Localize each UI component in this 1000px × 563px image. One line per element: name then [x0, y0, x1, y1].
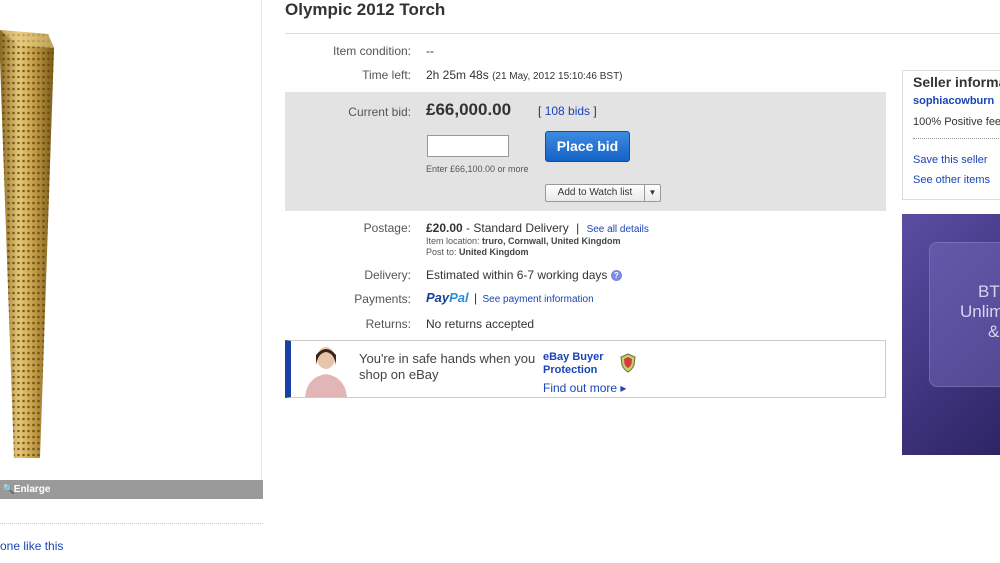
- find-out-more-link[interactable]: Find out more ▸: [543, 381, 626, 395]
- olympic-torch-image[interactable]: [0, 20, 56, 460]
- place-bid-button[interactable]: Place bid: [545, 131, 630, 162]
- time-remaining: 2h 25m 48s: [426, 68, 489, 82]
- time-left-value: 2h 25m 48s (21 May, 2012 15:10:46 BST): [426, 68, 623, 82]
- image-column: 🔍 Enlarge one like this: [0, 0, 264, 563]
- buyer-protection-banner[interactable]: You're in safe hands when you shop on eB…: [285, 340, 886, 398]
- returns-label: Returns:: [365, 317, 411, 331]
- enlarge-button[interactable]: 🔍 Enlarge: [0, 480, 263, 499]
- delivery-value: Estimated within 6-7 working days ?: [426, 268, 622, 282]
- enlarge-label: Enlarge: [13, 484, 51, 495]
- paypal-logo: PayPal: [426, 290, 469, 305]
- item-title: Olympic 2012 Torch: [285, 0, 446, 19]
- postage-label: Postage:: [363, 221, 411, 235]
- bid-history-link[interactable]: 108 bids: [545, 104, 590, 118]
- see-all-details-link[interactable]: See all details: [587, 224, 649, 235]
- magnifier-icon: 🔍: [2, 484, 15, 495]
- seller-info-title: Seller information: [913, 74, 1000, 90]
- bid-minimum-hint: Enter £66,100.00 or more: [426, 164, 529, 174]
- condition-label: Item condition:: [332, 44, 411, 58]
- ad-line-2: Unlimited: [960, 302, 1000, 321]
- ad-text: BT Unlimited &: [958, 282, 1000, 342]
- help-icon[interactable]: ?: [610, 270, 622, 281]
- see-payment-information-link[interactable]: See payment information: [482, 294, 593, 305]
- payments-value: PayPal | See payment information: [426, 290, 594, 305]
- seller-divider: [913, 138, 1000, 139]
- current-bid-label: Current bid:: [348, 105, 411, 119]
- seller-name-link[interactable]: sophiacowburn: [913, 95, 994, 107]
- customer-service-person-image: [305, 347, 347, 397]
- watch-list-label: Add to Watch list: [557, 187, 633, 198]
- post-to-value: United Kingdom: [459, 247, 529, 257]
- postage-separator: |: [576, 221, 580, 235]
- postage-value: £20.00 - Standard Delivery | See all det…: [426, 221, 649, 235]
- product-image-panel[interactable]: [0, 0, 262, 480]
- payments-label: Payments:: [354, 292, 411, 306]
- paypal-pay: Pay: [426, 290, 450, 305]
- seller-feedback: 100% Positive feedback: [913, 116, 1000, 128]
- post-to-label: Post to:: [426, 247, 457, 257]
- current-bid-price: £66,000.00: [426, 100, 512, 119]
- postage-type: - Standard Delivery: [466, 221, 569, 235]
- condition-value: --: [426, 44, 434, 58]
- sell-one-like-this-link[interactable]: one like this: [0, 539, 63, 553]
- paypal-pal: Pal: [449, 290, 469, 305]
- title-divider: [285, 33, 1000, 34]
- add-to-watch-list-button[interactable]: Add to Watch list ▼: [545, 184, 661, 202]
- postage-price: £20.00: [426, 221, 463, 235]
- ad-line-1: BT: [978, 282, 1000, 301]
- ad-line-3: &: [988, 322, 1000, 341]
- delivery-label: Delivery:: [364, 268, 411, 282]
- shield-icon: [620, 353, 636, 373]
- bracket-open: [: [538, 104, 542, 118]
- ebay-buyer-protection-title[interactable]: eBay Buyer Protection: [543, 351, 615, 377]
- delivery-estimate: Estimated within 6-7 working days: [426, 268, 608, 282]
- item-location-label: Item location:: [426, 236, 480, 246]
- bid-amount-input[interactable]: [427, 135, 509, 157]
- save-seller-link[interactable]: Save this seller: [913, 154, 988, 166]
- item-location: Item location: truro, Cornwall, United K…: [426, 236, 621, 246]
- bracket-close: ]: [593, 104, 597, 118]
- safe-hands-text: You're in safe hands when you shop on eB…: [359, 351, 536, 382]
- returns-value: No returns accepted: [426, 317, 535, 331]
- post-to: Post to: United Kingdom: [426, 247, 529, 257]
- end-time: (21 May, 2012 15:10:46 BST): [492, 71, 623, 82]
- bid-count: [ 108 bids ]: [538, 104, 597, 118]
- advertisement-banner[interactable]: BT Unlimited &: [902, 214, 1000, 455]
- payments-separator: |: [474, 291, 478, 305]
- chevron-down-icon[interactable]: ▼: [644, 185, 660, 201]
- seller-information-panel: Seller information sophiacowburn 100% Po…: [902, 70, 1000, 200]
- left-divider: [0, 523, 263, 524]
- item-location-value: truro, Cornwall, United Kingdom: [482, 236, 621, 246]
- see-other-items-link[interactable]: See other items: [913, 174, 990, 186]
- time-left-label: Time left:: [362, 68, 411, 82]
